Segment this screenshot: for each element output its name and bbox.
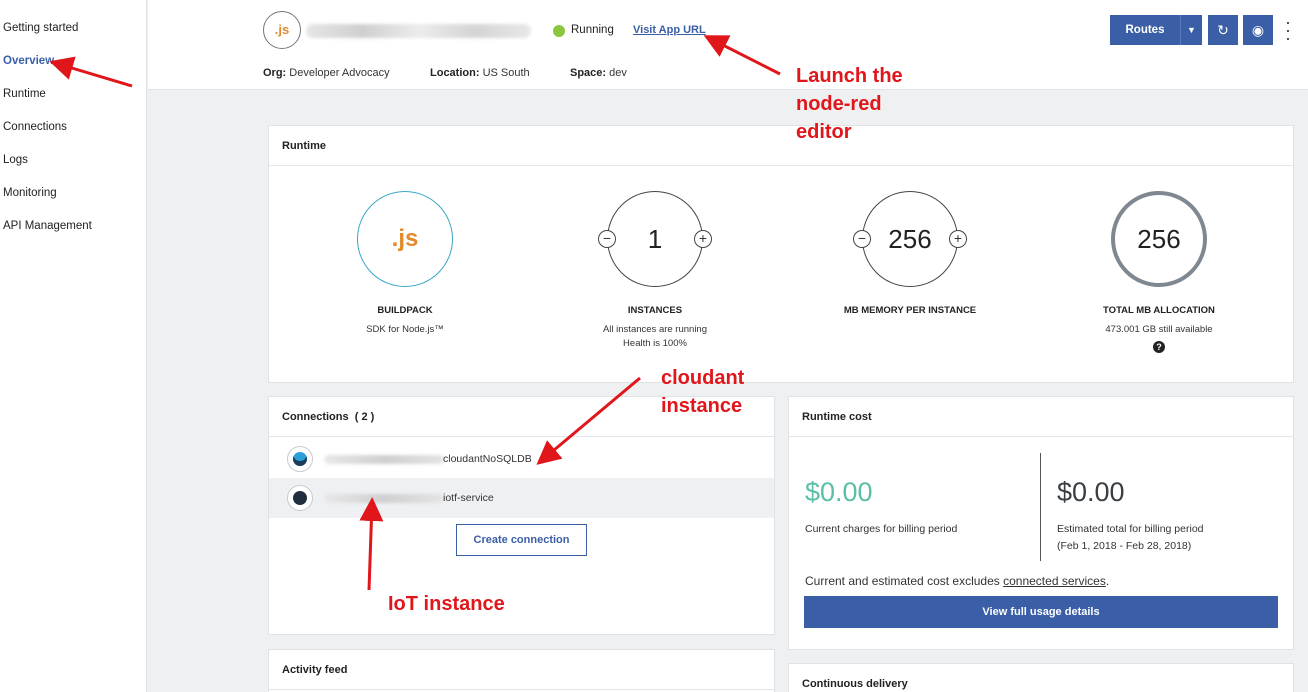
runtime-title: Runtime xyxy=(269,126,1293,166)
current-charges-value: $0.00 xyxy=(805,477,873,507)
cost-note: Current and estimated cost excludes conn… xyxy=(805,574,1110,588)
app-status: Running xyxy=(571,24,614,36)
buildpack-label: BUILDPACK xyxy=(377,305,433,316)
decrease-memory-icon[interactable]: − xyxy=(853,230,871,248)
visit-app-url-link[interactable]: Visit App URL xyxy=(633,24,706,36)
connection-row-cloudant[interactable]: cloudantNoSQLDB xyxy=(269,439,774,479)
continuous-delivery-title: Continuous delivery xyxy=(789,664,1293,692)
annotation-launch-editor: Launch the node-red editor xyxy=(796,65,903,143)
activity-feed-title: Activity feed xyxy=(269,650,774,690)
nodejs-buildpack-icon: .js xyxy=(357,191,453,287)
total-allocation-section: 256 TOTAL MB ALLOCATION 473.001 GB still… xyxy=(1059,191,1259,355)
divider xyxy=(1040,453,1041,561)
annotation-cloudant: cloudant instance xyxy=(661,367,745,417)
connections-card: Connections ( 2 ) cloudantNoSQLDB iotf-s… xyxy=(268,396,775,635)
runtime-cost-card: Runtime cost $0.00 Current charges for b… xyxy=(788,396,1294,650)
buildpack-value: SDK for Node.js™ xyxy=(366,324,444,335)
more-options-icon[interactable]: · · · xyxy=(1285,13,1291,47)
available-memory: 473.001 GB still available xyxy=(1105,324,1213,335)
connected-services-link[interactable]: connected services xyxy=(1003,574,1106,588)
status-indicator-icon xyxy=(553,25,565,37)
view-usage-details-button[interactable]: View full usage details xyxy=(804,596,1278,628)
sidebar-item-getting-started[interactable]: Getting started xyxy=(3,22,78,34)
memory-gauge: 256 − + xyxy=(853,191,967,287)
sidebar-item-api-management[interactable]: API Management xyxy=(3,220,92,232)
routes-button[interactable]: Routes ▼ xyxy=(1110,15,1202,45)
app-name-redacted xyxy=(306,24,531,38)
instances-section: 1 − + INSTANCES All instances are runnin… xyxy=(555,191,755,351)
app-header: .js Running Visit App URL Org: Developer… xyxy=(148,0,1308,90)
increase-instances-icon[interactable]: + xyxy=(694,230,712,248)
increase-memory-icon[interactable]: + xyxy=(949,230,967,248)
current-charges-label: Current charges for billing period xyxy=(805,523,958,535)
sidebar-item-overview[interactable]: Overview xyxy=(3,55,54,67)
runtime-cost-title: Runtime cost xyxy=(789,397,1293,437)
nodejs-app-icon: .js xyxy=(263,11,301,49)
sidebar-item-runtime[interactable]: Runtime xyxy=(3,88,46,100)
estimated-total-label: Estimated total for billing period (Feb 1… xyxy=(1057,523,1204,552)
total-allocation-label: TOTAL MB ALLOCATION xyxy=(1103,305,1215,316)
connection-row-iot[interactable]: iotf-service xyxy=(269,478,774,518)
annotation-iot: IoT instance xyxy=(388,593,505,615)
activity-feed-card: Activity feed xyxy=(268,649,775,692)
decrease-instances-icon[interactable]: − xyxy=(598,230,616,248)
restart-button[interactable]: ↻ xyxy=(1208,15,1238,45)
org-info: Org: Developer Advocacy xyxy=(263,67,390,79)
memory-section: 256 − + MB MEMORY PER INSTANCE xyxy=(810,191,1010,316)
memory-value: 256 xyxy=(888,224,932,254)
chevron-down-icon[interactable]: ▼ xyxy=(1180,15,1202,45)
create-connection-button[interactable]: Create connection xyxy=(456,524,587,556)
space-info: Space: dev xyxy=(570,67,627,79)
instances-status: All instances are running Health is 100% xyxy=(602,324,708,349)
stop-icon: ◉ xyxy=(1251,22,1265,38)
connection-name-redacted xyxy=(324,455,444,464)
continuous-delivery-card: Continuous delivery xyxy=(788,663,1294,692)
stop-button[interactable]: ◉ xyxy=(1243,15,1273,45)
sidebar-item-connections[interactable]: Connections xyxy=(3,121,67,133)
sidebar-item-logs[interactable]: Logs xyxy=(3,154,28,166)
connection-name: iotf-service xyxy=(443,492,494,504)
runtime-card: Runtime .js BUILDPACK SDK for Node.js™ 1… xyxy=(268,125,1294,383)
instances-value: 1 xyxy=(647,224,663,254)
connection-name: cloudantNoSQLDB xyxy=(443,453,532,465)
iot-icon xyxy=(287,485,313,511)
memory-label: MB MEMORY PER INSTANCE xyxy=(843,305,977,316)
restart-icon: ↻ xyxy=(1217,22,1229,38)
sidebar-item-monitoring[interactable]: Monitoring xyxy=(3,187,57,199)
buildpack-section: .js BUILDPACK SDK for Node.js™ xyxy=(305,191,505,337)
location-info: Location: US South xyxy=(430,67,530,79)
total-allocation-gauge: 256 xyxy=(1111,191,1207,287)
help-icon[interactable]: ? xyxy=(1153,341,1165,353)
instances-gauge: 1 − + xyxy=(598,191,712,287)
cloudant-icon xyxy=(287,446,313,472)
sidebar: Getting started Overview Runtime Connect… xyxy=(0,0,147,692)
connection-name-redacted xyxy=(324,494,444,503)
instances-label: INSTANCES xyxy=(627,305,683,316)
total-allocation-value: 256 xyxy=(1137,224,1181,254)
estimated-total-value: $0.00 xyxy=(1057,477,1125,507)
